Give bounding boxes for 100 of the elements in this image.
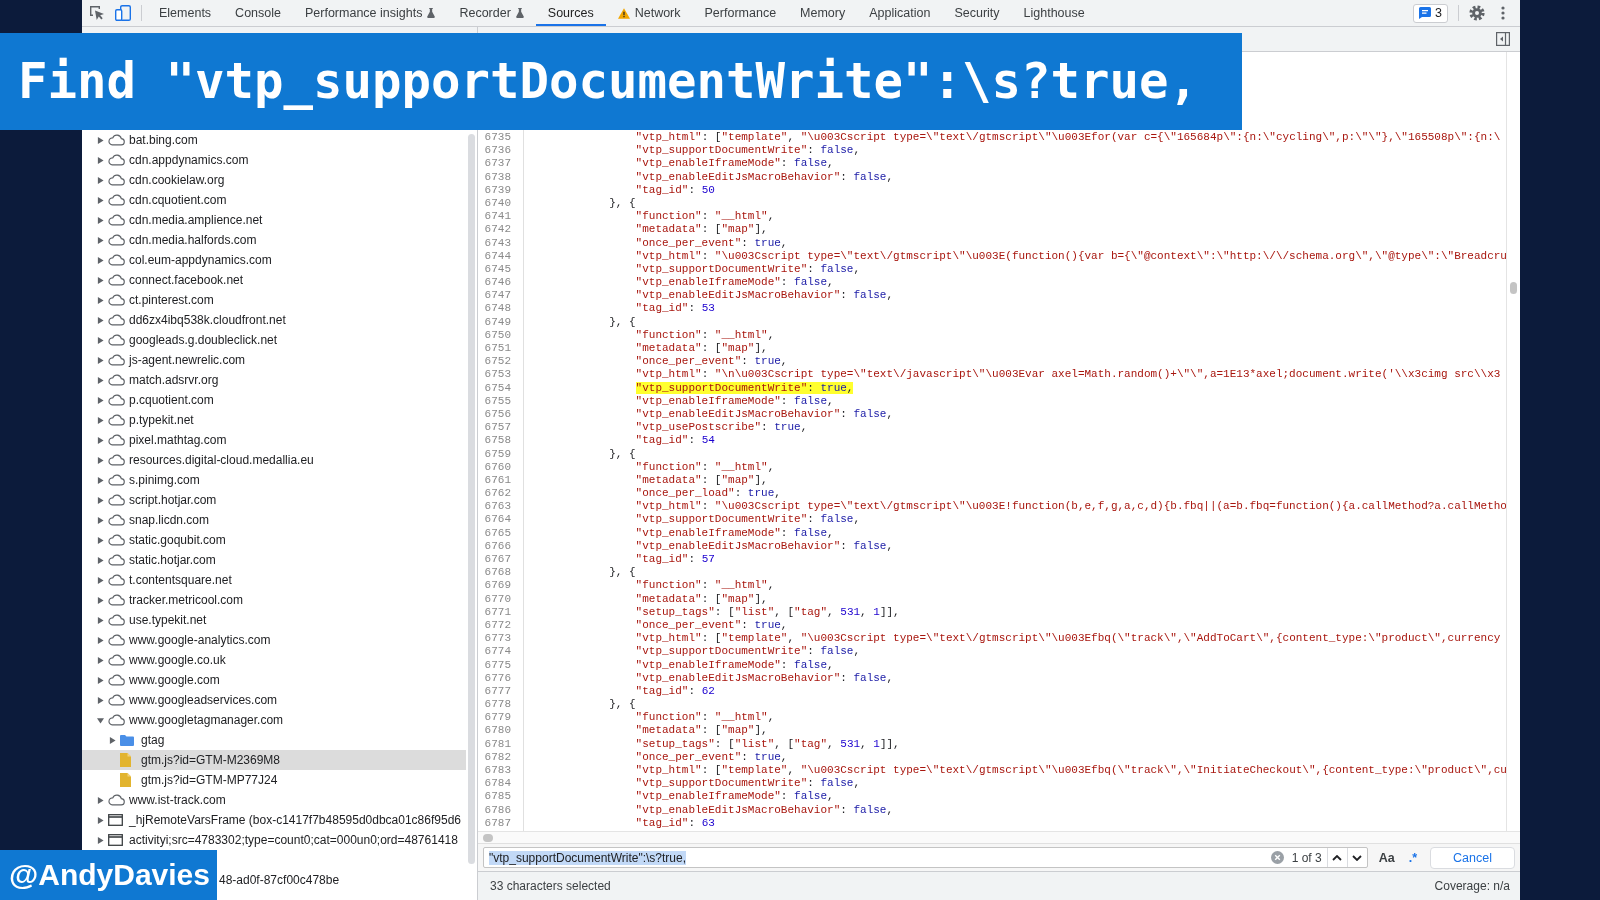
more-options-icon[interactable] — [1501, 6, 1505, 20]
tree-item[interactable]: activityi;src=4783302;type=count0;cat=000un0;ord=48761418 — [82, 830, 466, 850]
tab[interactable]: Performance insights — [293, 0, 448, 26]
tree-item[interactable]: www.googletagmanager.com — [82, 710, 466, 730]
issues-button[interactable]: 3 — [1413, 3, 1448, 23]
expand-arrow-icon[interactable] — [96, 236, 104, 244]
expand-arrow-icon[interactable] — [96, 176, 104, 184]
tree-item[interactable]: tracker.metricool.com — [82, 590, 466, 610]
search-field[interactable]: "vtp_supportDocumentWrite":\s?true, 1 of 3 — [483, 847, 1368, 868]
scrollbar-thumb[interactable] — [483, 833, 493, 842]
tree-item[interactable]: www.google-analytics.com — [82, 630, 466, 650]
tree-item[interactable]: cdn.media.amplience.net — [82, 210, 466, 230]
tree-item[interactable]: dd6zx4ibq538k.cloudfront.net — [82, 310, 466, 330]
expand-arrow-icon[interactable] — [96, 136, 104, 144]
expand-arrow-icon[interactable] — [96, 836, 104, 844]
cursor-select-icon[interactable] — [90, 5, 105, 21]
tree-item[interactable]: p.typekit.net — [82, 410, 466, 430]
expand-arrow-icon[interactable] — [96, 716, 104, 724]
tree-item[interactable]: _hjRemoteVarsFrame (box-c1417f7b48595d0dbca01c86f95d6 — [82, 810, 466, 830]
tree-item[interactable]: js-agent.newrelic.com — [82, 350, 466, 370]
expand-arrow-icon[interactable] — [96, 576, 104, 584]
tree-item[interactable]: www.ist-track.com — [82, 790, 466, 810]
expand-arrow-icon[interactable] — [108, 736, 116, 744]
expand-arrow-icon[interactable] — [96, 796, 104, 804]
expand-arrow-icon[interactable] — [96, 256, 104, 264]
tree-item[interactable]: p.cquotient.com — [82, 390, 466, 410]
tree-item[interactable]: static.hotjar.com — [82, 550, 466, 570]
tree-item[interactable]: cdn.media.halfords.com — [82, 230, 466, 250]
devices-icon[interactable] — [115, 5, 131, 21]
tree-item[interactable]: cdn.cookielaw.org — [82, 170, 466, 190]
expand-arrow-icon[interactable] — [96, 376, 104, 384]
line-number: 6776 — [484, 671, 511, 684]
tree-item[interactable]: connect.facebook.net — [82, 270, 466, 290]
tab[interactable]: Memory — [788, 0, 858, 26]
tab[interactable]: Security — [942, 0, 1012, 26]
expand-arrow-icon[interactable] — [96, 696, 104, 704]
tree-item[interactable]: cdn.appdynamics.com — [82, 150, 466, 170]
code-line: "vtp_html": ["template", "\u003Cscript type=\"text\/gtmscript\"\u003Efbq(\"track\",\"InitiateCheckout\",{content_type:\"product\",cu — [635, 764, 1507, 776]
tree-item[interactable]: snap.licdn.com — [82, 510, 466, 530]
tree-item[interactable]: ct.pinterest.com — [82, 290, 466, 310]
panel-toggle-icon[interactable] — [1496, 32, 1510, 46]
expand-arrow-icon[interactable] — [96, 336, 104, 344]
scrollbar-thumb[interactable] — [468, 134, 475, 864]
expand-arrow-icon[interactable] — [96, 656, 104, 664]
expand-arrow-icon[interactable] — [96, 816, 104, 824]
clear-icon[interactable] — [1270, 851, 1284, 864]
tab[interactable]: Network — [605, 0, 693, 26]
tree-item[interactable]: s.pinimg.com — [82, 470, 466, 490]
tab[interactable]: Sources — [535, 0, 606, 26]
expand-arrow-icon[interactable] — [96, 556, 104, 564]
tree-item[interactable]: t.contentsquare.net — [82, 570, 466, 590]
cancel-button[interactable]: Cancel — [1430, 846, 1515, 869]
tree-item[interactable]: pixel.mathtag.com — [82, 430, 466, 450]
tree-item[interactable]: script.hotjar.com — [82, 490, 466, 510]
tree-item[interactable]: static.goqubit.com — [82, 530, 466, 550]
expand-arrow-icon[interactable] — [96, 156, 104, 164]
expand-arrow-icon[interactable] — [96, 216, 104, 224]
tab[interactable]: Elements — [147, 0, 224, 26]
tree-item[interactable]: www.google.co.uk — [82, 650, 466, 670]
settings-icon[interactable] — [1469, 5, 1485, 21]
tab[interactable]: Application — [857, 0, 943, 26]
expand-arrow-icon[interactable] — [96, 596, 104, 604]
tree-item[interactable]: match.adsrvr.org — [82, 370, 466, 390]
tab[interactable]: Console — [223, 0, 293, 26]
tree-item[interactable]: col.eum-appdynamics.com — [82, 250, 466, 270]
tree-item[interactable]: bat.bing.com — [82, 130, 466, 150]
expand-arrow-icon[interactable] — [96, 536, 104, 544]
tree-item[interactable]: use.typekit.net — [82, 610, 466, 630]
tree-item[interactable]: cdn.cquotient.com — [82, 190, 466, 210]
tree-item[interactable]: 48-ad0f-87cf00c478be — [219, 870, 466, 890]
expand-arrow-icon[interactable] — [96, 316, 104, 324]
expand-arrow-icon[interactable] — [96, 436, 104, 444]
expand-arrow-icon[interactable] — [96, 196, 104, 204]
expand-arrow-icon[interactable] — [96, 396, 104, 404]
expand-arrow-icon[interactable] — [96, 416, 104, 424]
expand-arrow-icon[interactable] — [96, 456, 104, 464]
expand-arrow-icon[interactable] — [96, 476, 104, 484]
expand-arrow-icon[interactable] — [96, 356, 104, 364]
expand-arrow-icon[interactable] — [96, 676, 104, 684]
tree-item[interactable]: resources.digital-cloud.medallia.eu — [82, 450, 466, 470]
expand-arrow-icon[interactable] — [96, 276, 104, 284]
tab[interactable]: Lighthouse — [1011, 0, 1097, 26]
regex-button[interactable]: .* — [1405, 850, 1420, 865]
expand-arrow-icon[interactable] — [96, 616, 104, 624]
tree-item[interactable]: www.googleadservices.com — [82, 690, 466, 710]
tab[interactable]: Performance — [692, 0, 789, 26]
expand-arrow-icon[interactable] — [96, 636, 104, 644]
line-number: 6737 — [484, 157, 511, 170]
tree-item[interactable]: gtm.js?id=GTM-MP77J24 — [82, 770, 466, 790]
match-case-button[interactable]: Aa — [1375, 850, 1398, 865]
tree-item[interactable]: www.google.com — [82, 670, 466, 690]
code-line: "setup_tags": ["list", ["tag", 531, 1]], — [635, 605, 900, 618]
tree-item[interactable]: gtag — [82, 730, 466, 750]
tree-item[interactable]: gtm.js?id=GTM-M2369M8 — [82, 750, 466, 770]
tab[interactable]: Recorder — [447, 0, 536, 26]
expand-arrow-icon[interactable] — [96, 516, 104, 524]
scrollbar-thumb[interactable] — [1510, 282, 1517, 294]
tree-item[interactable]: googleads.g.doubleclick.net — [82, 330, 466, 350]
expand-arrow-icon[interactable] — [96, 496, 104, 504]
expand-arrow-icon[interactable] — [96, 296, 104, 304]
